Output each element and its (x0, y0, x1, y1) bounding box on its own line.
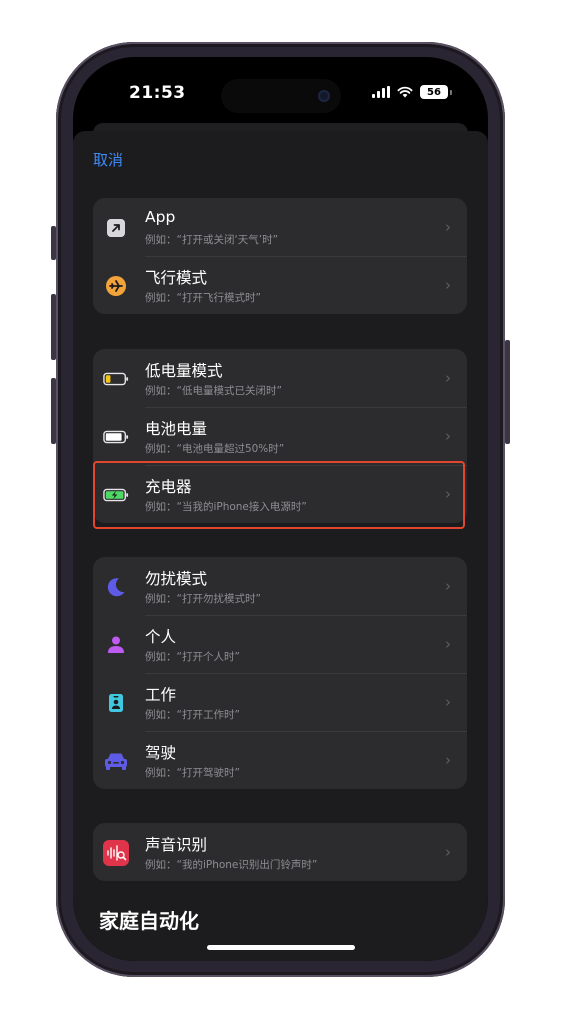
row-low-power-mode[interactable]: 低电量模式 例如：“低电量模式已关闭时” › (93, 349, 467, 407)
group-app-airplane: App 例如：“打开或关闭‘天气’时” › 飞行模式 例如：“打开飞行模式时” … (93, 198, 467, 314)
row-title: 低电量模式 (145, 362, 223, 380)
row-title: 工作 (145, 686, 177, 704)
row-title: App (145, 208, 176, 226)
volume-down-button (51, 378, 56, 444)
row-sound-recognition[interactable]: 声音识别 例如：“我的iPhone识别出门铃声时” › (93, 823, 467, 881)
trigger-selection-sheet: 取消 App 例如：“打开或关闭‘天气’时” › 飞行模式 例如：“打开飞行模式… (73, 131, 488, 961)
row-title: 个人 (145, 628, 177, 646)
row-do-not-disturb[interactable]: 勿扰模式 例如：“打开勿扰模式时” › (93, 557, 467, 615)
chevron-right-icon: › (445, 276, 451, 294)
car-icon (103, 748, 129, 774)
chevron-right-icon: › (445, 369, 451, 387)
chevron-right-icon: › (445, 218, 451, 236)
action-button (51, 226, 56, 260)
screen: 21:53 56 取消 App 例如：“打开或关闭‘天气’时” › 飞行模式 例… (73, 57, 488, 961)
power-button (505, 340, 510, 444)
group-focus-modes: 勿扰模式 例如：“打开勿扰模式时” › 个人 例如：“打开个人时” › 工作 例… (93, 557, 467, 789)
row-subtitle: 例如：“低电量模式已关闭时” (145, 385, 282, 397)
person-icon (103, 632, 129, 658)
chevron-right-icon: › (445, 427, 451, 445)
status-time: 21:53 (129, 83, 186, 103)
highlight-box (93, 461, 465, 529)
home-indicator[interactable] (207, 945, 355, 950)
wifi-icon (397, 86, 413, 98)
cellular-signal-icon (372, 86, 390, 98)
row-subtitle: 例如：“电池电量超过50%时” (145, 443, 285, 455)
chevron-right-icon: › (445, 751, 451, 769)
battery-level-icon (103, 424, 129, 450)
row-subtitle: 例如：“打开工作时” (145, 709, 240, 721)
row-subtitle: 例如：“我的iPhone识别出门铃声时” (145, 859, 318, 871)
cancel-button[interactable]: 取消 (93, 149, 123, 170)
row-work[interactable]: 工作 例如：“打开工作时” › (93, 673, 467, 731)
sound-recognition-icon (103, 840, 129, 866)
badge-icon (103, 690, 129, 716)
row-airplane-mode[interactable]: 飞行模式 例如：“打开飞行模式时” › (93, 256, 467, 314)
battery-indicator: 56 (420, 85, 448, 99)
row-title: 声音识别 (145, 836, 208, 854)
volume-up-button (51, 294, 56, 360)
chevron-right-icon: › (445, 577, 451, 595)
row-title: 驾驶 (145, 744, 177, 762)
battery-tip (450, 89, 452, 95)
airplane-icon (103, 273, 129, 299)
row-subtitle: 例如：“打开个人时” (145, 651, 240, 663)
row-subtitle: 例如：“打开勿扰模式时” (145, 593, 261, 605)
chevron-right-icon: › (445, 843, 451, 861)
status-bar: 21:53 56 (73, 57, 488, 119)
camera-icon (318, 90, 330, 102)
section-header-home-automation: 家庭自动化 (99, 909, 199, 933)
row-subtitle: 例如：“打开或关闭‘天气’时” (145, 234, 279, 246)
chevron-right-icon: › (445, 693, 451, 711)
row-subtitle: 例如：“打开驾驶时” (145, 767, 240, 779)
row-driving[interactable]: 驾驶 例如：“打开驾驶时” › (93, 731, 467, 789)
row-title: 电池电量 (145, 420, 208, 438)
low-battery-icon (103, 366, 129, 392)
row-personal[interactable]: 个人 例如：“打开个人时” › (93, 615, 467, 673)
row-battery-level[interactable]: 电池电量 例如：“电池电量超过50%时” › (93, 407, 467, 465)
chevron-right-icon: › (445, 635, 451, 653)
row-app[interactable]: App 例如：“打开或关闭‘天气’时” › (93, 198, 467, 256)
row-title: 勿扰模式 (145, 570, 208, 588)
row-title: 飞行模式 (145, 269, 208, 287)
row-subtitle: 例如：“打开飞行模式时” (145, 292, 261, 304)
group-sound-recognition: 声音识别 例如：“我的iPhone识别出门铃声时” › (93, 823, 467, 881)
app-arrow-icon (103, 215, 129, 241)
moon-icon (103, 574, 129, 600)
status-icons: 56 (372, 85, 452, 99)
